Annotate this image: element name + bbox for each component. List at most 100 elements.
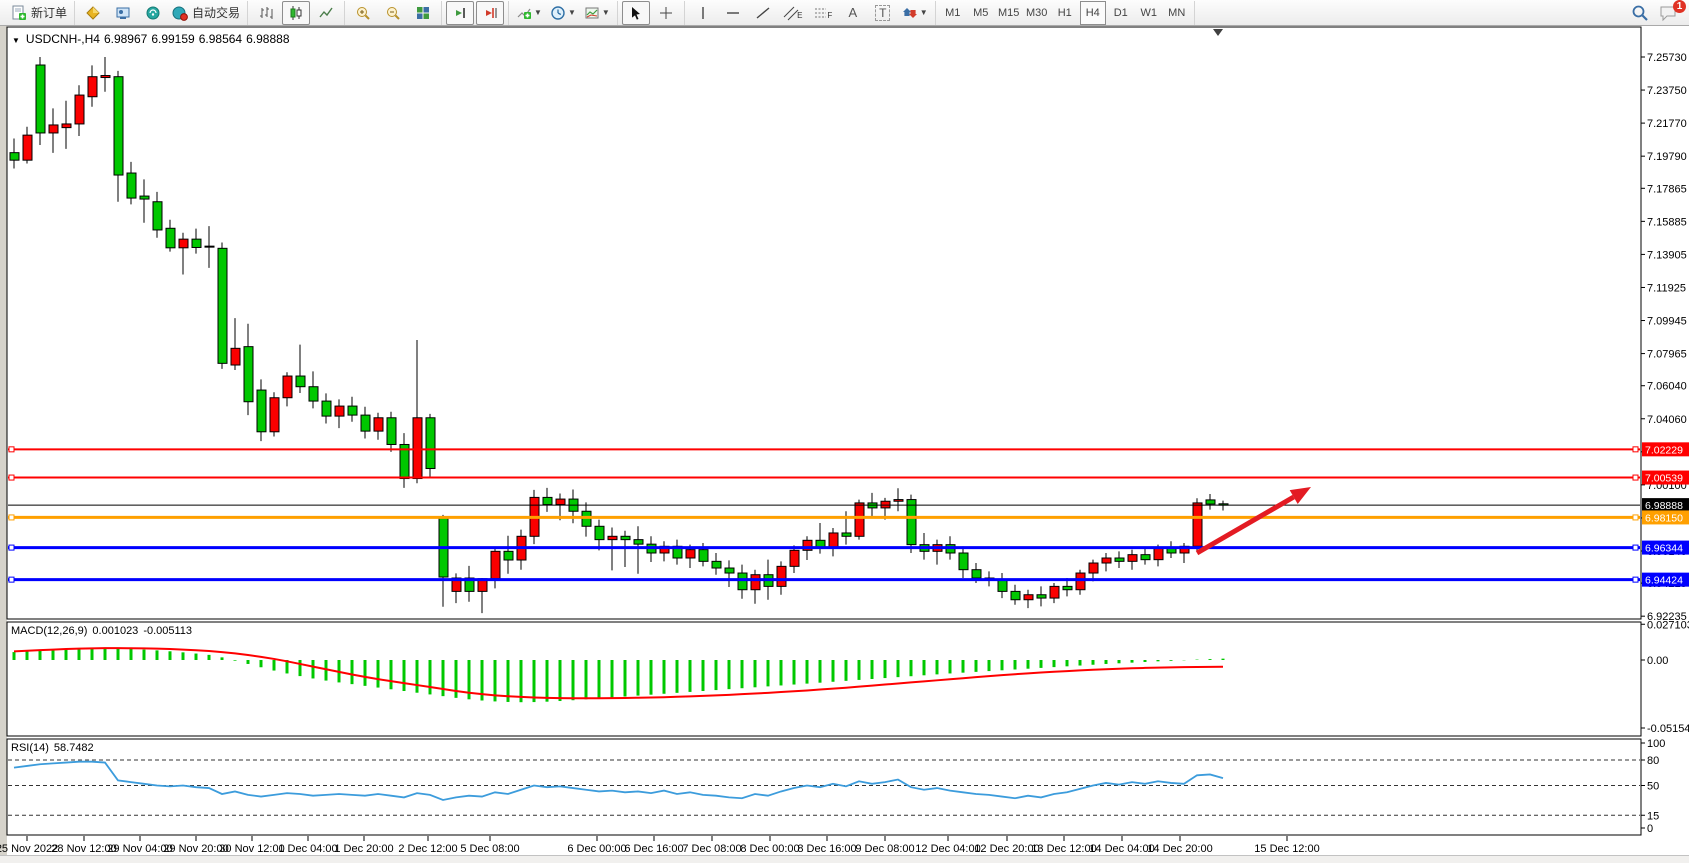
bar-chart-icon [258,5,274,21]
autotrading-icon [172,5,188,21]
candle [907,500,916,545]
ohlc-open: 6.98967 [104,32,147,46]
terminal-button[interactable] [109,1,137,25]
timeframe-button-h1[interactable]: H1 [1052,1,1078,25]
crosshair-button[interactable] [652,1,680,25]
candle [179,239,188,248]
horizontal-line-tool[interactable] [719,1,747,25]
time-axis-label: 12 Dec 20:00 [974,843,1039,855]
toolbar-group-objects: E F A T ▼ [685,1,936,25]
price-line-handle [1633,577,1638,582]
timeframe-button-m1[interactable]: M1 [940,1,966,25]
price-line-label-text: 7.02229 [1645,444,1683,456]
rsi-axis-label: 50 [1647,781,1659,793]
cursor-button[interactable] [622,1,650,25]
time-axis-label: 1 Dec 04:00 [278,843,337,855]
ohlc-low: 6.98564 [199,32,242,46]
y-axis-tick-label: 7.07965 [1647,349,1687,361]
candle [491,551,500,578]
label-tool-glyph: T [875,5,890,21]
zoom-out-button[interactable] [379,1,407,25]
channel-tool[interactable]: E [779,1,807,25]
timeframe-button-m5[interactable]: M5 [968,1,994,25]
timeframe-button-m15[interactable]: M15 [996,1,1022,25]
price-line-handle [9,577,14,582]
tile-windows-button[interactable] [409,1,437,25]
time-axis-label: 13 Dec 12:00 [1031,843,1096,855]
trendline-tool[interactable] [749,1,777,25]
price-line-handle [1633,475,1638,480]
rsi-axis-label: 15 [1647,810,1659,822]
timeframe-button-h4[interactable]: H4 [1080,1,1106,25]
fibonacci-tool[interactable]: F [809,1,837,25]
candle [1193,503,1202,546]
indicators-button[interactable]: ▼ [513,1,545,25]
timeframe-button-mn[interactable]: MN [1164,1,1190,25]
candle [426,418,435,469]
price-line-label-text: 6.98888 [1645,500,1683,512]
candle [348,406,357,415]
vertical-line-tool[interactable] [689,1,717,25]
chart-shift-icon [482,5,498,21]
new-order-button[interactable]: 新订单 [8,1,70,25]
chart-canvas[interactable]: 7.257307.237507.217707.197907.178657.158… [0,26,1689,863]
tile-windows-icon [415,5,431,21]
market-watch-button[interactable] [139,1,167,25]
candle [1037,595,1046,598]
toolbar-group-order: 新订单 [4,1,75,25]
periods-button[interactable]: ▼ [547,1,579,25]
y-axis-tick-label: 7.21770 [1647,118,1687,130]
candle [36,65,45,133]
candle [595,526,604,539]
candle [218,248,227,363]
bar-chart-button[interactable] [252,1,280,25]
candle [686,550,695,558]
candle [1063,586,1072,589]
candle [1102,558,1111,563]
auto-scroll-button[interactable] [446,1,474,25]
price-line-handle [1633,515,1638,520]
price-line-label-text: 6.94424 [1645,575,1683,587]
macd-indicator-label: MACD(12,26,9)0.001023-0.005113 [11,625,197,637]
macd-axis-label: -0.051546 [1647,723,1689,735]
arrows-tool[interactable]: ▼ [899,1,931,25]
time-axis-label: 6 Dec 00:00 [567,843,626,855]
line-chart-button[interactable] [312,1,340,25]
timeframe-button-w1[interactable]: W1 [1136,1,1162,25]
metaeditor-button[interactable] [79,1,107,25]
zoom-in-button[interactable] [349,1,377,25]
candle [1206,500,1215,504]
chevron-down-icon: ▼ [602,8,610,17]
candle [751,575,760,590]
horizontal-line-icon [725,5,741,21]
candle [894,500,903,502]
time-axis-label: 14 Dec 20:00 [1147,843,1212,855]
templates-button[interactable]: ▼ [581,1,613,25]
text-label-tool[interactable]: T [869,1,897,25]
macd-pane [7,622,1641,736]
clock-icon [550,5,566,21]
chevron-down-icon[interactable]: ▼ [12,36,20,45]
text-tool[interactable]: A [839,1,867,25]
candle [543,497,552,504]
candle [270,398,279,432]
chart-shift-button[interactable] [476,1,504,25]
candlestick-chart-button[interactable] [282,1,310,25]
y-axis-tick-label: 7.04060 [1647,414,1687,426]
candle [777,566,786,586]
time-axis-label: 30 Nov 12:00 [219,843,284,855]
candle [283,376,292,398]
zoom-in-icon [355,5,371,21]
autotrading-button[interactable]: 自动交易 [169,1,243,25]
notifications-button[interactable]: 1 [1659,4,1679,22]
timeframe-button-m30[interactable]: M30 [1024,1,1050,25]
y-axis-tick-label: 7.19790 [1647,151,1687,163]
candle [621,536,630,539]
macd-axis-label: 0.027103 [1647,619,1689,631]
search-button[interactable] [1631,4,1649,22]
time-axis-label: 25 Nov 2022 [0,843,58,855]
status-bar [0,855,1689,863]
timeframe-button-d1[interactable]: D1 [1108,1,1134,25]
rsi-axis-label: 80 [1647,755,1659,767]
candle [10,153,19,161]
